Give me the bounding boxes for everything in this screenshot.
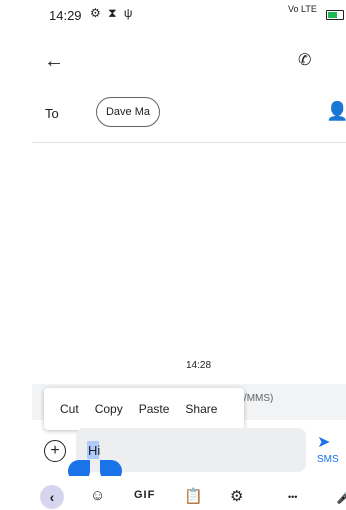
more-dots-icon[interactable]: •••: [288, 492, 297, 502]
recipient-chip[interactable]: Dave Ma: [96, 97, 160, 127]
add-contact-icon[interactable]: 👤: [326, 101, 346, 122]
status-bar: 14:29 ⚙ ⧗ ψ Vo LTE: [0, 0, 346, 26]
menu-paste[interactable]: Paste: [139, 402, 170, 416]
sticker-icon[interactable]: ☺: [90, 487, 105, 504]
status-icons: ⚙ ⧗ ψ: [90, 6, 135, 20]
message-text[interactable]: Hi: [88, 443, 100, 458]
message-timestamp: 14:28: [186, 360, 212, 371]
clipboard-icon[interactable]: 📋: [184, 487, 203, 505]
conversation-area: [32, 143, 346, 383]
signal-indicator: Vo LTE: [288, 4, 317, 14]
microphone-icon[interactable]: 🎤: [336, 487, 346, 505]
keyboard-collapse-button[interactable]: ‹: [40, 485, 64, 509]
text-context-menu: Cut Copy Paste Share: [44, 388, 244, 430]
menu-copy[interactable]: Copy: [95, 402, 123, 416]
battery-icon: [326, 10, 344, 20]
to-label: To: [45, 106, 59, 121]
add-attachment-icon[interactable]: +: [44, 440, 66, 462]
mms-hint: '/MMS): [242, 393, 274, 404]
status-time: 14:29: [49, 8, 82, 23]
send-icon[interactable]: ➤: [317, 432, 330, 452]
menu-share[interactable]: Share: [185, 402, 217, 416]
settings-gear-icon[interactable]: ⚙: [230, 487, 243, 505]
phone-icon[interactable]: ✆: [298, 50, 311, 70]
send-sms-label[interactable]: SMS: [317, 454, 339, 465]
back-arrow-icon[interactable]: ←: [44, 50, 64, 73]
more-options-icon[interactable]: ⋮: [340, 50, 346, 71]
menu-cut[interactable]: Cut: [60, 402, 79, 416]
recipient-name: Dave Ma: [105, 106, 151, 118]
gif-button[interactable]: GIF: [134, 489, 155, 501]
